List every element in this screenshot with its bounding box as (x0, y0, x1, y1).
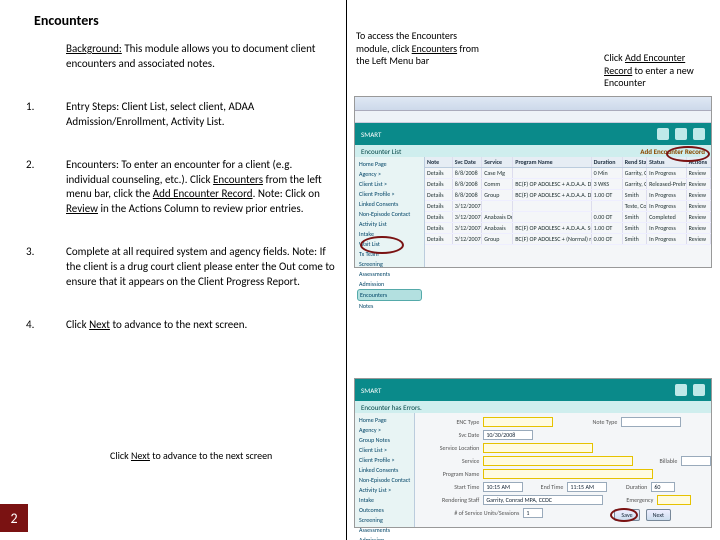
nav-item[interactable]: Client List > (357, 179, 422, 189)
nav-item[interactable]: Assessments (357, 269, 422, 279)
service-select[interactable] (483, 456, 633, 466)
nav-item[interactable]: Activity List > (357, 485, 412, 495)
nav-item[interactable]: Encounters (357, 289, 422, 301)
emergency-select[interactable] (657, 495, 691, 505)
service-location-select[interactable] (483, 443, 593, 453)
nav-item[interactable]: Client Profile > (357, 189, 422, 199)
left-nav: Home PageAgency >Group NotesClient List … (355, 413, 415, 527)
nav-item[interactable]: Screening (357, 259, 422, 269)
nav-item[interactable]: Screening (357, 515, 412, 525)
start-time-input[interactable]: 10:15 AM (483, 482, 523, 492)
table-row: Details3/12/2007GroupBC(F) OP ADOLESC + … (425, 234, 711, 245)
app-header: SMART (355, 123, 711, 145)
header-icon[interactable] (675, 128, 687, 140)
nav-item[interactable]: Group Notes (357, 435, 412, 445)
browser-titlebar (355, 97, 711, 111)
list-subheader: Encounter List Add Encounter Record (355, 145, 711, 157)
units-input[interactable]: 1 (523, 508, 543, 518)
nav-item[interactable]: Activity List (357, 219, 422, 229)
nav-item[interactable]: Agency > (357, 169, 422, 179)
step-1-text: Entry Steps: Client List, select client,… (66, 100, 254, 128)
note-type-select[interactable] (621, 417, 681, 427)
header-icon[interactable] (693, 128, 705, 140)
encounter-form: ENC Type Note Type Svc Date10/30/2008 Se… (415, 413, 715, 527)
nav-item[interactable]: Outcomes (357, 505, 412, 515)
nav-item[interactable]: Agency > (357, 425, 412, 435)
nav-item[interactable]: Non-Episode Contact (357, 209, 422, 219)
header-icon[interactable] (675, 384, 687, 396)
step-1: Entry Steps: Client List, select client,… (26, 100, 336, 130)
service-date-input[interactable]: 10/30/2008 (483, 430, 533, 440)
nav-item[interactable]: Assessments (357, 525, 412, 535)
step-3: Complete at all required system and agen… (26, 245, 336, 290)
background-paragraph: Background: This module allows you to do… (66, 42, 326, 72)
nav-item[interactable]: Client Profile > (357, 455, 412, 465)
rendering-staff-select[interactable]: Garrity, Conrad MPA, CCDC (483, 495, 603, 505)
table-row: Details8/8/2008CommBC(F) OP ADOLESC + A.… (425, 179, 711, 190)
nav-item[interactable]: Non-Episode Contact (357, 475, 412, 485)
callout-next: Click Next to advance to the next screen (110, 450, 290, 463)
table-row: Details3/12/2007Teste, ConradIn Progress… (425, 201, 711, 212)
callout-encounters: To access the Encounters module, click E… (356, 30, 486, 68)
screenshot-encounter-list: SMART Encounter List Add Encounter Recor… (354, 96, 712, 268)
nav-item[interactable]: Intake (357, 495, 412, 505)
callout-add-record: Click Add Encounter Record to enter a ne… (604, 52, 714, 90)
table-row: Details3/12/2007Anabasis Drug-exempt dru… (425, 212, 711, 223)
list-title: Encounter List (361, 147, 401, 156)
highlight-oval-next (610, 508, 638, 522)
screenshot-encounter-form: SMART Encounter has Errors. Home PageAge… (354, 378, 712, 528)
nav-item[interactable]: Admission (357, 279, 422, 289)
page-title: Encounters (34, 12, 99, 29)
header-icon[interactable] (657, 128, 669, 140)
background-label: Background: (66, 42, 122, 55)
enc-type-select[interactable] (483, 417, 553, 427)
app-brand: SMART (361, 130, 381, 139)
page-number: 2 (0, 504, 28, 532)
nav-item[interactable]: Linked Consents (357, 465, 412, 475)
nav-item[interactable]: Home Page (357, 159, 422, 169)
end-time-input[interactable]: 11:15 AM (567, 482, 607, 492)
header-icon[interactable] (693, 384, 705, 396)
form-subheader: Encounter has Errors. (355, 401, 711, 413)
step-list: Entry Steps: Client List, select client,… (26, 100, 336, 360)
duration-input[interactable]: 60 (651, 482, 675, 492)
encounter-table: NoteSvc DateServiceProgram NameDurationR… (425, 157, 711, 267)
highlight-oval-add-record (666, 146, 710, 162)
step-4: Click Next to advance to the next screen… (26, 318, 336, 333)
nav-item[interactable]: Admission (357, 535, 412, 540)
nav-item[interactable]: Notes (357, 301, 422, 311)
program-select[interactable] (483, 469, 653, 479)
step-3-text: Complete at all required system and agen… (66, 245, 335, 288)
browser-toolbar (355, 111, 711, 123)
table-row: Details8/8/2008Case Mg0 MinGarrity, Conr… (425, 168, 711, 179)
app-brand: SMART (361, 386, 381, 395)
step-2: Encounters: To enter an encounter for a … (26, 158, 336, 217)
table-row: Details3/12/2007AnabasisBC(F) OP ADOLESC… (425, 223, 711, 234)
nav-item[interactable]: Client List > (357, 445, 412, 455)
highlight-oval-encounters-nav (360, 236, 404, 254)
app-header: SMART (355, 379, 711, 401)
form-subtitle: Encounter has Errors. (361, 403, 422, 412)
divider-line (346, 0, 347, 540)
billable-select[interactable] (681, 456, 711, 466)
table-row: Details8/8/2008GroupBC(F) OP ADOLESC + A… (425, 190, 711, 201)
next-button[interactable]: Next (646, 509, 671, 521)
table-header: NoteSvc DateServiceProgram NameDurationR… (425, 157, 711, 168)
nav-item[interactable]: Home Page (357, 415, 412, 425)
nav-item[interactable]: Linked Consents (357, 199, 422, 209)
